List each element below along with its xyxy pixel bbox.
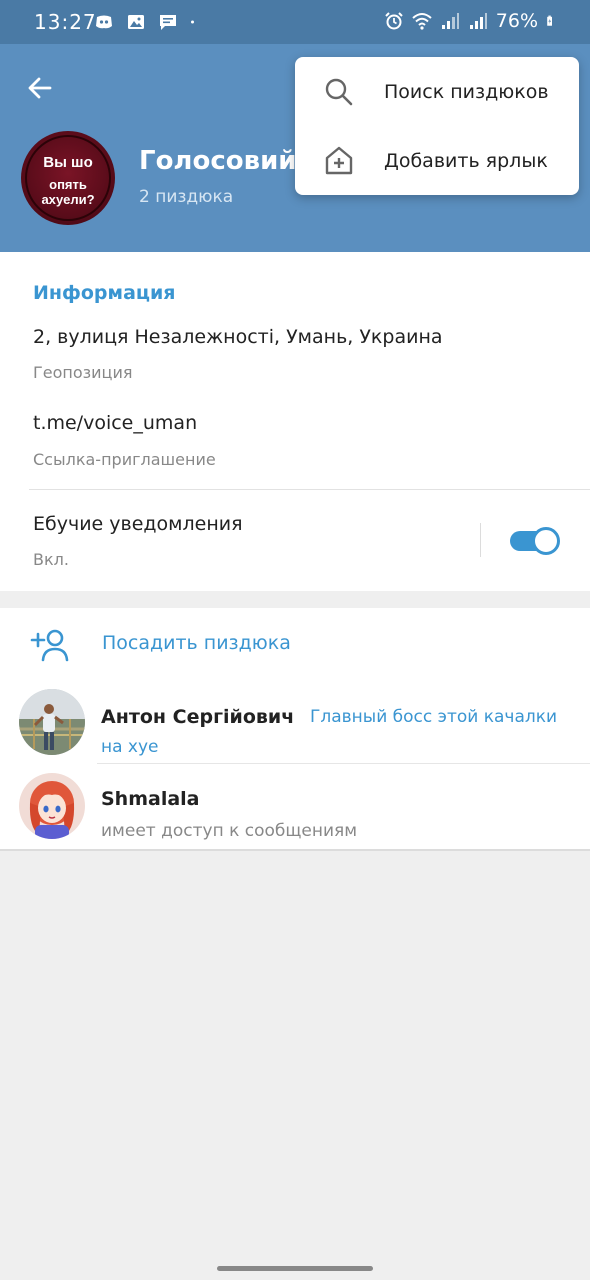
member-photo: [19, 773, 85, 839]
add-member-label: Посадить пиздюка: [102, 632, 291, 654]
member-name: Shmalala: [101, 788, 200, 810]
notification-icons: [94, 12, 200, 32]
toggle-knob: [532, 527, 560, 555]
back-button[interactable]: [18, 66, 62, 110]
member-row[interactable]: Shmalala имеет доступ к сообщениям: [0, 766, 590, 850]
status-bar: 13:27 76%: [0, 0, 590, 44]
section-shadow: [0, 849, 590, 851]
invite-link-label: Ссылка-приглашение: [33, 450, 216, 469]
alarm-icon: [385, 12, 403, 30]
message-icon: [160, 15, 176, 30]
home-indicator[interactable]: [217, 1266, 373, 1271]
status-time: 13:27: [34, 10, 97, 34]
system-icons: 76%: [384, 10, 558, 32]
member-name: Антон Сергійович: [101, 706, 295, 728]
member-photo: [19, 689, 85, 755]
discord-icon: [96, 15, 112, 29]
member-avatar: [19, 773, 85, 839]
location-label: Геопозиция: [33, 363, 133, 382]
add-shortcut-icon: [325, 146, 353, 174]
vertical-divider: [480, 523, 481, 557]
gallery-icon: [128, 15, 144, 29]
wifi-icon: [412, 13, 432, 30]
menu-item-search-members[interactable]: Поиск пиздюков: [295, 57, 579, 126]
overflow-menu: Поиск пиздюков Добавить ярлык: [295, 57, 579, 195]
member-avatar: [19, 689, 85, 755]
member-role: Главный босс этой качалки: [310, 707, 558, 727]
invite-link-value: t.me/voice_uman: [33, 412, 198, 434]
add-user-icon: [30, 629, 69, 662]
info-section: Информация 2, вулиця Незалежності, Умань…: [0, 252, 590, 591]
group-avatar[interactable]: Вы шо опять ахуели?: [21, 131, 115, 225]
members-section: Посадить пиздюка Антон Сергійович Главны…: [0, 608, 590, 849]
notifications-title: Ебучие уведомления: [33, 513, 243, 535]
battery-icon: [547, 15, 552, 26]
menu-item-add-shortcut[interactable]: Добавить ярлык: [295, 126, 579, 195]
member-role-continued: на хуе: [101, 737, 159, 757]
divider: [29, 489, 590, 490]
notifications-toggle[interactable]: [510, 527, 560, 555]
search-icon: [325, 78, 353, 105]
location-value: 2, вулиця Незалежності, Умань, Украина: [33, 326, 443, 348]
member-status: имеет доступ к сообщениям: [101, 821, 358, 841]
info-section-title: Информация: [33, 282, 176, 304]
member-row[interactable]: Антон Сергійович Главный босс этой качал…: [0, 684, 590, 768]
menu-item-label: Добавить ярлык: [384, 149, 548, 172]
signal-icon: [441, 13, 459, 29]
signal-icon-2: [469, 13, 487, 29]
avatar-text-line2: опять ахуели?: [41, 177, 95, 207]
member-divider: [97, 763, 590, 764]
dot-icon: [191, 20, 194, 24]
arrow-left-icon: [28, 77, 52, 99]
notifications-state: Вкл.: [33, 550, 69, 569]
group-member-count: 2 пиздюка: [139, 187, 234, 207]
add-member-button[interactable]: Посадить пиздюка: [0, 608, 590, 680]
menu-item-label: Поиск пиздюков: [384, 80, 549, 103]
avatar-text-line1: Вы шо: [43, 154, 93, 171]
battery-percent: 76%: [495, 10, 538, 32]
